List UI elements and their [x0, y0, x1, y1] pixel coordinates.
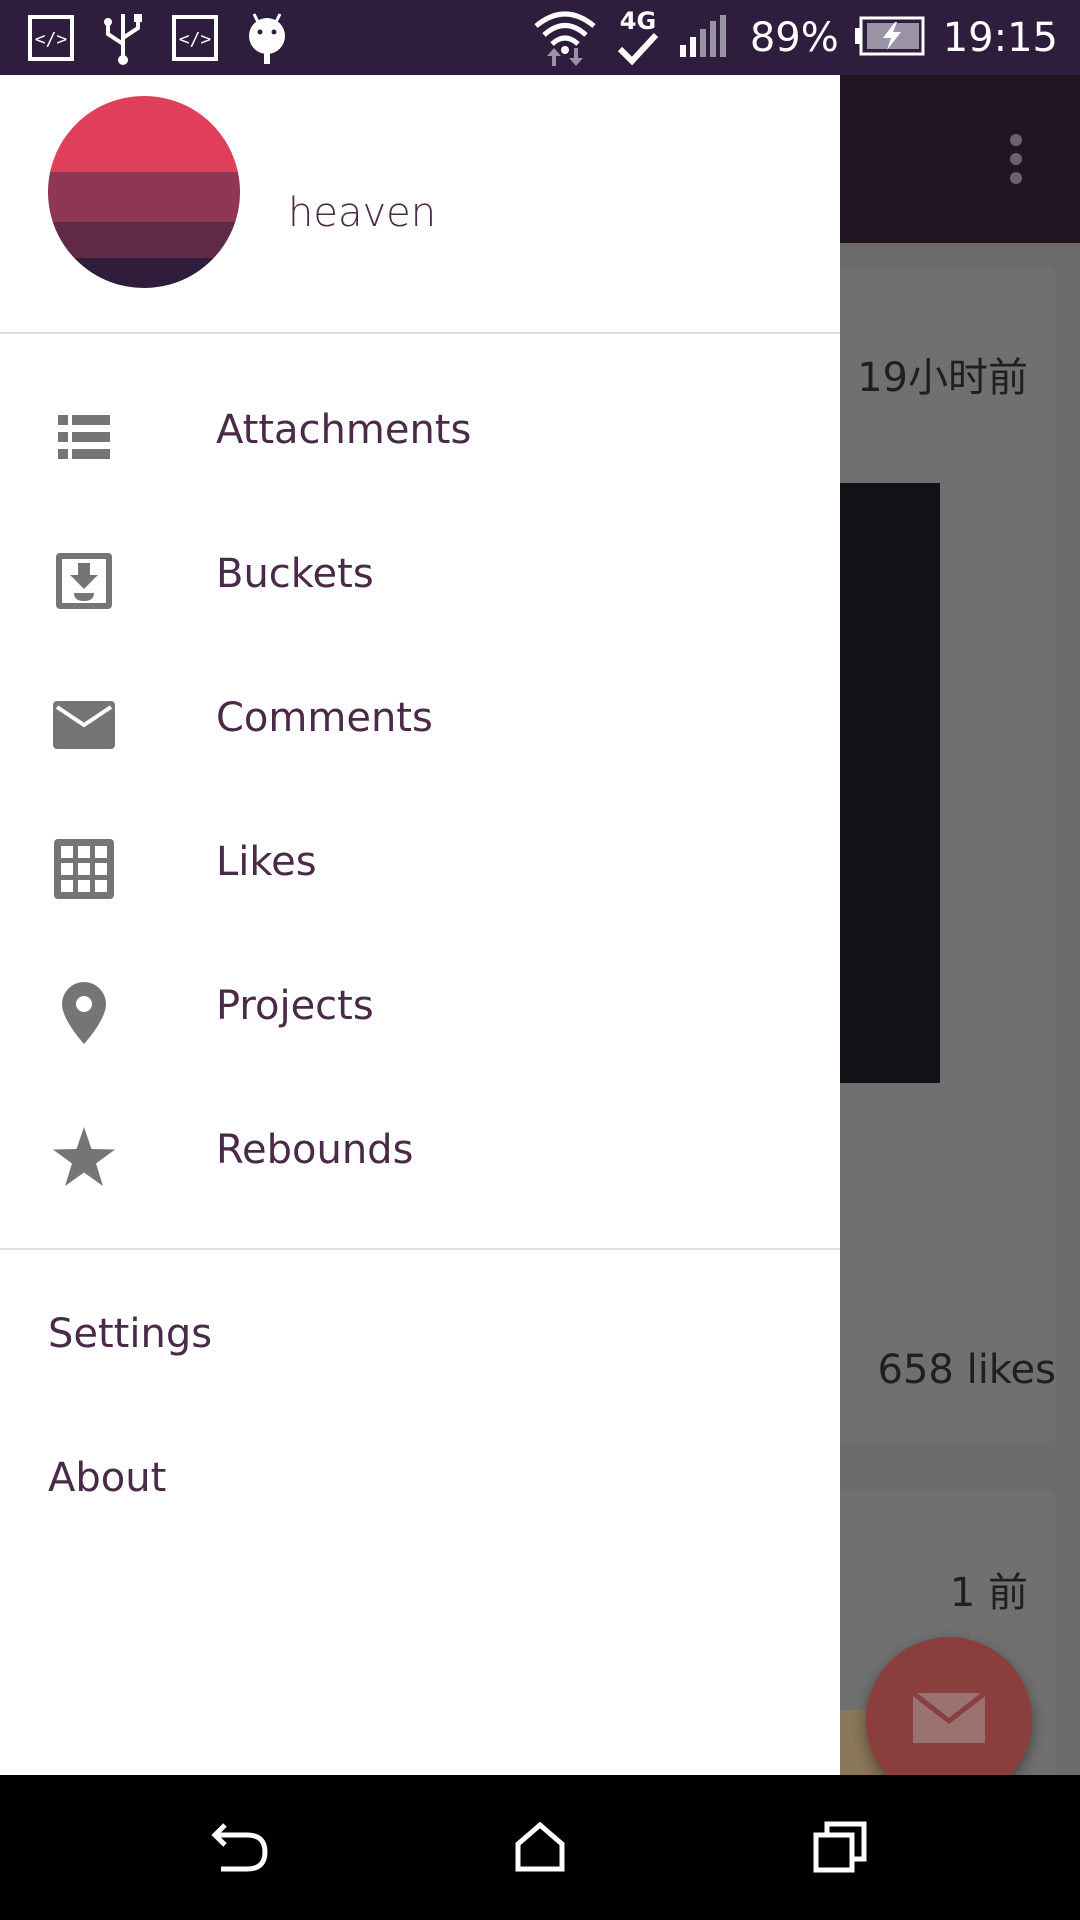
status-bar: </> </> 4G 89% 19:15 — [0, 0, 1080, 75]
nav-item-likes[interactable]: Likes — [0, 793, 840, 937]
overflow-menu-icon[interactable] — [1008, 133, 1024, 189]
clock: 19:15 — [942, 14, 1058, 61]
nav-item-label: Likes — [216, 839, 317, 885]
back-icon[interactable] — [208, 1815, 272, 1879]
star-icon — [52, 1125, 116, 1189]
nav-item-settings[interactable]: Settings — [0, 1263, 840, 1407]
android-debug-icon — [244, 10, 290, 70]
nav-item-attachments[interactable]: Attachments — [0, 361, 840, 505]
mail-icon — [52, 693, 116, 757]
nav-item-label: Attachments — [216, 407, 472, 453]
nav-item-label: About — [48, 1455, 167, 1501]
drawer-header[interactable]: heaven — [0, 75, 840, 333]
wifi-icon — [532, 6, 598, 70]
home-icon[interactable] — [508, 1815, 572, 1879]
svg-text:</>: </> — [35, 29, 68, 50]
divider — [0, 1248, 840, 1250]
nav-item-rebounds[interactable]: Rebounds — [0, 1081, 840, 1225]
username: heaven — [288, 190, 437, 236]
code-icon: </> — [28, 15, 74, 65]
navigation-drawer: heaven Attachments Buckets Comments Like… — [0, 75, 840, 1775]
nav-item-label: Buckets — [216, 551, 374, 597]
recent-apps-icon[interactable] — [808, 1815, 872, 1879]
inbox-download-icon — [52, 549, 116, 613]
nav-item-label: Rebounds — [216, 1127, 414, 1173]
list-icon — [52, 405, 116, 469]
code-icon: </> — [172, 15, 218, 65]
nav-item-buckets[interactable]: Buckets — [0, 505, 840, 649]
card-timestamp: 19小时前 — [857, 355, 1028, 401]
nav-item-projects[interactable]: Projects — [0, 937, 840, 1081]
nav-item-about[interactable]: About — [0, 1407, 840, 1551]
system-navigation-bar — [0, 1775, 1080, 1920]
card-likes: 658 likes — [877, 1347, 1056, 1393]
divider — [0, 332, 840, 334]
signal-icon — [678, 13, 734, 63]
battery-percent: 89% — [749, 14, 839, 61]
nav-item-comments[interactable]: Comments — [0, 649, 840, 793]
grid-icon — [52, 837, 116, 901]
avatar[interactable] — [48, 96, 240, 288]
svg-text:</>: </> — [179, 29, 212, 50]
nav-item-label: Settings — [48, 1311, 213, 1357]
4g-icon: 4G — [614, 5, 662, 71]
card-timestamp: 1 前 — [949, 1570, 1028, 1616]
usb-icon — [100, 10, 146, 70]
svg-text:4G: 4G — [620, 7, 656, 35]
location-pin-icon — [52, 981, 116, 1045]
battery-charging-icon — [854, 16, 927, 60]
nav-item-label: Comments — [216, 695, 433, 741]
nav-item-label: Projects — [216, 983, 374, 1029]
mail-icon — [911, 1691, 987, 1749]
